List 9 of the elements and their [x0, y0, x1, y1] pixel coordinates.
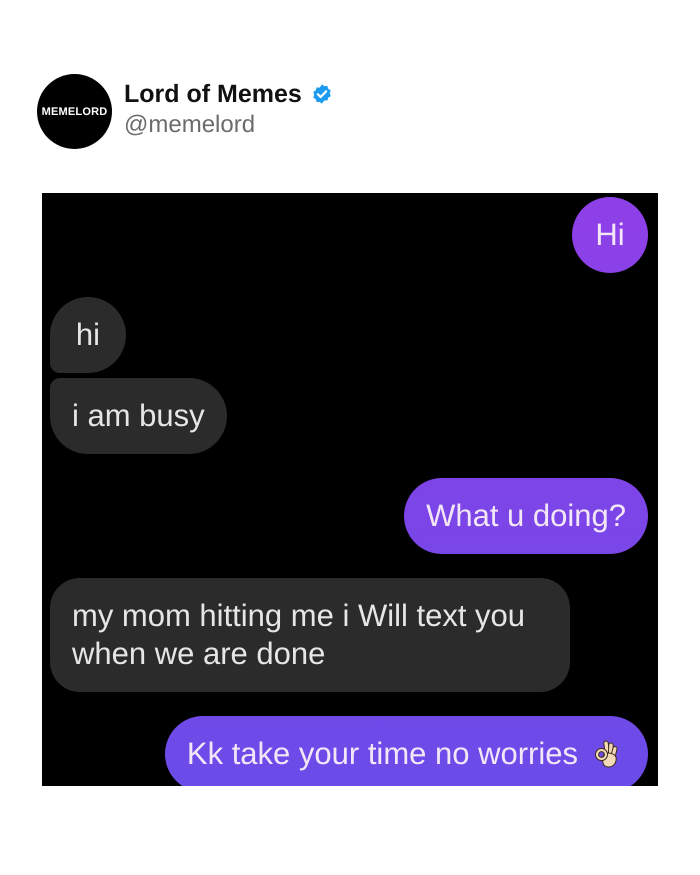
received-message: hi [50, 297, 126, 373]
sent-message: What u doing? [404, 478, 648, 554]
account-handle: @memelord [124, 110, 256, 138]
account-name: Lord of Memes [124, 78, 302, 108]
sent-message: Kk take your time no worries [164, 716, 648, 786]
avatar-logo: MEMELORD [37, 74, 112, 149]
sent-message: Hi [572, 197, 648, 273]
received-message: my mom hitting me i Will text you when we are done [50, 578, 570, 692]
received-message: i am busy [50, 378, 227, 454]
